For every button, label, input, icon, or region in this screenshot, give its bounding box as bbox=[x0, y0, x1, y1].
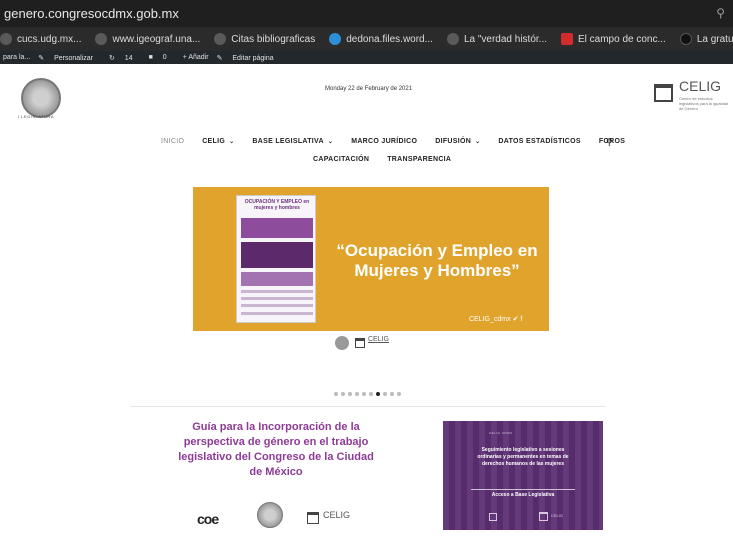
carousel-dot[interactable] bbox=[397, 392, 401, 396]
poster-block bbox=[241, 218, 313, 238]
celig-logo[interactable]: CELIG Centro de estudios legislativos pa… bbox=[650, 78, 733, 111]
congress-seal-logo[interactable] bbox=[21, 78, 61, 118]
refresh-icon: ↻ bbox=[108, 54, 117, 62]
bookmarks-bar: cucs.udg.mx... www.igeograf.una... Citas… bbox=[0, 27, 733, 51]
edit-page-item[interactable]: ✎ Editar página bbox=[217, 54, 282, 62]
globe-icon bbox=[95, 33, 108, 45]
url-text[interactable]: genero.congresocdmx.gob.mx bbox=[4, 6, 179, 21]
nav-item-transparencia[interactable]: TRANSPARENCIA bbox=[387, 156, 451, 163]
pencil-icon: ✎ bbox=[216, 54, 225, 62]
pencil-icon: ✎ bbox=[38, 54, 47, 62]
base-legislativa-card[interactable]: CELIG CDMX Seguimiento legislativo a ses… bbox=[443, 421, 603, 530]
card-header: CELIG CDMX bbox=[489, 431, 513, 435]
bookmark-item[interactable]: www.igeograf.una... bbox=[95, 33, 200, 45]
site-header: I LEGISLATURA Monday 22 de February de 2… bbox=[0, 64, 733, 130]
wordpress-icon bbox=[329, 33, 342, 45]
celig-logo-name: CELIG bbox=[323, 510, 351, 520]
nav-item-datos-estadisticos[interactable]: DATOS ESTADÍSTICOS bbox=[498, 138, 580, 145]
wp-admin-bar: para la... ✎ Personalizar ↻ 14 ■ 0 + Aña… bbox=[0, 51, 733, 64]
nav-row-primary: INICIO CELIG ⌄ BASE LEGISLATIVA ⌄ MARCO JU… bbox=[161, 138, 643, 145]
carousel-dot[interactable] bbox=[390, 392, 394, 396]
bookmark-item[interactable]: cucs.udg.mx... bbox=[0, 33, 81, 45]
chevron-down-icon: ⌄ bbox=[475, 139, 481, 145]
globe-icon bbox=[214, 33, 227, 45]
search-icon[interactable]: ⚲ bbox=[606, 137, 613, 148]
building-icon bbox=[355, 338, 365, 348]
poster-block bbox=[241, 242, 313, 268]
seal-caption: I LEGISLATURA bbox=[18, 114, 54, 119]
bookmark-item[interactable]: Citas bibliograficas bbox=[214, 33, 315, 45]
red-a-icon bbox=[561, 33, 573, 45]
infographic-poster: OCUPACIÓN Y EMPLEO en mujeres y hombres bbox=[236, 195, 316, 323]
celig-logo-subtitle: Centro de estudios legislativos para la … bbox=[679, 96, 729, 111]
celig-logo-name: CELIG bbox=[368, 336, 390, 343]
current-date: Monday 22 de February de 2021 bbox=[325, 86, 413, 92]
browser-url-bar[interactable]: genero.congresocdmx.gob.mx ⚲ bbox=[0, 0, 733, 27]
building-icon bbox=[539, 512, 548, 521]
building-icon bbox=[654, 84, 673, 102]
chevron-down-icon: ⌄ bbox=[229, 139, 235, 145]
nav-item-base-legislativa[interactable]: BASE LEGISLATIVA ⌄ bbox=[252, 138, 333, 145]
banner-title: “Ocupación y Empleo en Mujeres y Hombres… bbox=[336, 241, 538, 280]
carousel-dot[interactable] bbox=[362, 392, 366, 396]
carousel-dot[interactable] bbox=[334, 392, 338, 396]
carousel-dot[interactable] bbox=[341, 392, 345, 396]
poster-row bbox=[241, 304, 313, 307]
bookmark-item[interactable]: La "verdad histór... bbox=[446, 33, 547, 45]
poster-row bbox=[241, 297, 313, 300]
nav-item-celig[interactable]: CELIG ⌄ bbox=[202, 138, 234, 145]
dark-icon bbox=[679, 33, 692, 45]
guide-card[interactable]: Guía para la Incorporación de la perspec… bbox=[171, 420, 381, 536]
guide-logos: coe CELIG bbox=[171, 500, 381, 536]
nav-item-marco-juridico[interactable]: MARCO JURÍDICO bbox=[351, 138, 417, 145]
divider bbox=[130, 406, 605, 407]
updates-item[interactable]: ↻ 14 bbox=[109, 54, 141, 62]
poster-row bbox=[241, 312, 313, 315]
globe-icon bbox=[446, 33, 459, 45]
admin-item[interactable]: para la... bbox=[3, 54, 30, 61]
guide-title: Guía para la Incorporación de la perspec… bbox=[178, 421, 374, 478]
building-icon bbox=[307, 512, 319, 524]
carousel-dot[interactable] bbox=[355, 392, 359, 396]
card-text: Seguimiento legislativo a sesiones ordin… bbox=[477, 447, 569, 467]
chevron-down-icon: ⌄ bbox=[327, 139, 334, 145]
poster-row bbox=[241, 290, 313, 293]
comments-item[interactable]: ■ 0 bbox=[149, 54, 175, 61]
carousel-dot[interactable] bbox=[376, 392, 380, 396]
add-new-item[interactable]: + Añadir bbox=[183, 54, 209, 61]
bookmark-item[interactable]: dedona.files.word... bbox=[329, 33, 433, 45]
nav-item-inicio[interactable]: INICIO bbox=[161, 138, 184, 145]
poster-title: OCUPACIÓN Y EMPLEO en mujeres y hombres bbox=[244, 199, 310, 211]
banner-logos: CELIG bbox=[333, 334, 413, 352]
congress-seal-logo bbox=[257, 502, 283, 528]
celig-logo-name: CELIG bbox=[551, 513, 564, 518]
congress-seal-logo bbox=[335, 336, 349, 350]
globe-icon bbox=[0, 33, 12, 45]
comment-icon: ■ bbox=[148, 54, 155, 61]
bookmark-item[interactable]: El campo de conc... bbox=[561, 33, 666, 45]
search-icon[interactable]: ⚲ bbox=[716, 6, 725, 20]
hero-banner-slide[interactable]: OCUPACIÓN Y EMPLEO en mujeres y hombres … bbox=[193, 187, 549, 331]
social-handle: CELIG_cdmx ✔ f bbox=[469, 316, 523, 323]
facebook-icon[interactable]: f bbox=[520, 316, 522, 323]
main-navigation: INICIO CELIG ⌄ BASE LEGISLATIVA ⌄ MARCO JU… bbox=[0, 130, 733, 172]
base-legislativa-link[interactable]: Acceso a Base Legislativa bbox=[443, 492, 603, 498]
building-photo-texture bbox=[443, 421, 603, 530]
carousel-dot[interactable] bbox=[348, 392, 352, 396]
bookmark-item[interactable]: La gratuidad del c... bbox=[679, 33, 733, 45]
customize-item[interactable]: ✎ Personalizar bbox=[38, 54, 101, 62]
carousel-pagination bbox=[334, 392, 404, 396]
coe-logo: coe bbox=[197, 511, 219, 527]
nav-row-secondary: CAPACITACIÓN TRANSPARENCIA bbox=[313, 156, 469, 163]
congress-seal-logo bbox=[489, 513, 497, 521]
carousel-dot[interactable] bbox=[369, 392, 373, 396]
nav-item-difusion[interactable]: DIFUSIÓN ⌄ bbox=[435, 138, 480, 145]
carousel-dot[interactable] bbox=[383, 392, 387, 396]
celig-logo-name: CELIG bbox=[679, 78, 722, 94]
poster-block bbox=[241, 272, 313, 286]
card-divider bbox=[471, 489, 575, 490]
twitter-icon[interactable]: ✔ bbox=[513, 316, 519, 323]
nav-item-capacitacion[interactable]: CAPACITACIÓN bbox=[313, 156, 369, 163]
